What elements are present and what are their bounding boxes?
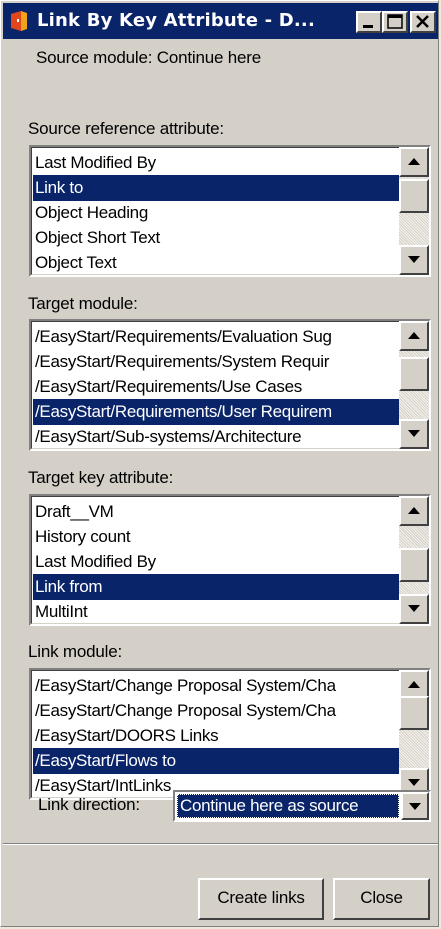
scroll-up-button[interactable] [399,321,429,351]
target-module-list[interactable]: /EasyStart/Requirements/Evaluation Sug /… [29,319,431,451]
list-item-selected[interactable]: /EasyStart/Requirements/User Requirem [33,399,403,425]
title-bar[interactable]: Link By Key Attribute - D... [3,3,438,39]
list-item[interactable]: /EasyStart/DOORS Links [33,723,403,749]
minimize-icon [363,25,373,28]
link-direction-label: Link direction: [38,795,140,814]
target-module-label: Target module: [28,294,138,313]
link-module-label: Link module: [28,642,122,661]
list-item[interactable]: Object Heading [33,200,403,226]
scroll-up-button[interactable] [399,147,429,177]
scroll-thumb[interactable] [399,696,429,730]
link-direction-value: Continue here as source [177,794,399,818]
scroll-down-button[interactable] [399,594,429,624]
vertical-scrollbar[interactable] [399,321,429,449]
arrow-up-icon [408,158,420,165]
vertical-scrollbar[interactable] [399,670,429,798]
list-item-selected[interactable]: Link to [33,175,403,201]
source-reference-label: Source reference attribute: [28,119,224,138]
arrow-down-icon [408,779,420,786]
list-item-selected[interactable]: /EasyStart/Flows to [33,748,403,774]
scroll-down-button[interactable] [399,419,429,449]
arrow-down-icon [408,256,420,263]
vertical-scrollbar[interactable] [399,147,429,275]
list-item-selected[interactable]: Link from [33,574,403,600]
arrow-up-icon [408,332,420,339]
arrow-down-icon [408,430,420,437]
scroll-thumb[interactable] [399,179,429,213]
maximize-button[interactable] [382,11,408,33]
list-item[interactable]: Object Short Text [33,225,403,251]
arrow-up-icon [408,507,420,514]
link-module-list[interactable]: /EasyStart/Change Proposal System/Cha /E… [29,668,431,800]
list-item[interactable]: /EasyStart/Sub-systems/Architecture [33,424,403,449]
doors-app-icon [11,11,27,31]
window-title: Link By Key Attribute - D... [37,10,316,31]
list-item[interactable]: /EasyStart/Change Proposal System/Cha [33,698,403,724]
dialog-window: Link By Key Attribute - D... Source modu… [0,0,439,927]
source-reference-list[interactable]: Last Modified By Link to Object Heading … [29,145,431,277]
list-item[interactable]: /EasyStart/Change Proposal System/Cha [33,673,403,699]
close-dialog-button[interactable]: Close [333,878,430,920]
source-module-text: Source module: Continue here [36,48,261,67]
list-item[interactable]: /EasyStart/Requirements/Evaluation Sug [33,324,403,350]
list-item[interactable]: History count [33,524,403,550]
list-item[interactable]: /EasyStart/Requirements/Use Cases [33,374,403,400]
minimize-button[interactable] [356,11,382,33]
vertical-scrollbar[interactable] [399,496,429,624]
create-links-button[interactable]: Create links [198,878,324,920]
list-item[interactable]: Last Modified By [33,549,403,575]
list-item[interactable]: Draft__VM [33,499,403,525]
divider [3,843,438,845]
list-item[interactable]: Last Modified By [33,150,403,176]
scroll-thumb[interactable] [399,357,429,391]
arrow-up-icon [408,681,420,688]
close-icon [416,15,429,28]
dropdown-button[interactable] [401,792,429,820]
chevron-down-icon [409,803,421,810]
arrow-down-icon [408,605,420,612]
target-key-list[interactable]: Draft__VM History count Last Modified By… [29,494,431,626]
link-direction-select[interactable]: Continue here as source [173,790,431,822]
maximize-icon [387,14,403,29]
list-item[interactable]: MultiInt [33,599,403,624]
list-item[interactable]: Object Text [33,250,403,275]
close-button[interactable] [410,11,436,33]
target-key-label: Target key attribute: [28,468,174,487]
scroll-up-button[interactable] [399,496,429,526]
list-item[interactable]: /EasyStart/Requirements/System Requir [33,349,403,375]
scroll-thumb[interactable] [399,548,429,582]
scroll-down-button[interactable] [399,245,429,275]
